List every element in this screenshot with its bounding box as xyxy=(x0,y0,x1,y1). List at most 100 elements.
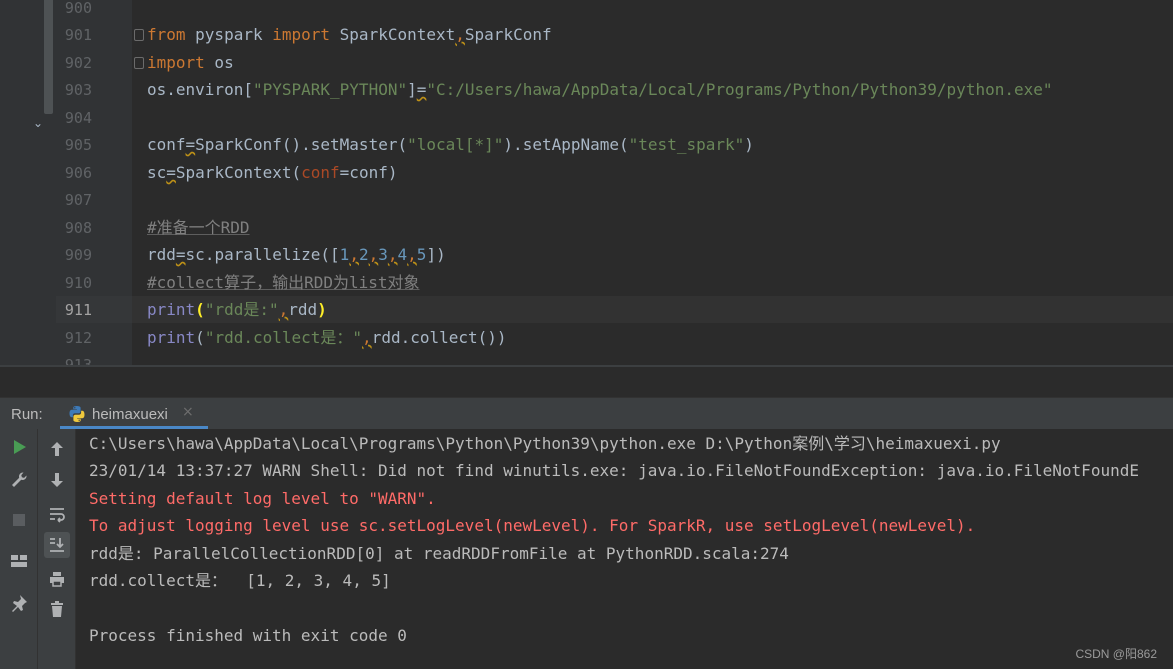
console-line-exit: Process finished with exit code 0 xyxy=(89,626,407,645)
code-line-908[interactable]: #准备一个RDD xyxy=(147,218,250,238)
python-icon xyxy=(69,406,85,422)
code-editor[interactable]: ⌄ 900 901 902 903 904 905 906 907 908 90… xyxy=(0,0,1173,367)
keyword: from xyxy=(147,25,186,44)
comma-warning: , xyxy=(368,245,379,264)
line-number: 912 xyxy=(64,329,92,347)
chevron-down-icon[interactable]: ⌄ xyxy=(33,116,49,132)
keyword: import xyxy=(147,53,205,72)
code-text: sc.parallelize([ xyxy=(185,245,340,264)
comma-warning: , xyxy=(349,245,359,264)
run-console-output[interactable]: C:\Users\hawa\AppData\Local\Programs\Pyt… xyxy=(76,429,1173,669)
module-name: os xyxy=(204,53,234,72)
comma-warning: , xyxy=(387,245,398,264)
code-text: conf xyxy=(147,135,186,154)
comma-warning: , xyxy=(407,245,417,264)
equals-warning: = xyxy=(185,135,196,154)
line-number: 909 xyxy=(64,246,92,264)
code-line-903[interactable]: os.environ["PYSPARK_PYTHON"]="C:/Users/h… xyxy=(147,80,1053,100)
pin-icon[interactable] xyxy=(6,590,32,616)
equals-warning: = xyxy=(416,80,427,99)
string-literal: "test_spark" xyxy=(628,135,745,154)
code-text: ) xyxy=(744,135,754,154)
run-panel-header: Run: heimaxuexi × xyxy=(0,397,1173,429)
watermark: CSDN @阳862 xyxy=(1075,647,1157,661)
code-line-911[interactable]: print("rdd是:",rdd) xyxy=(147,300,327,320)
code-line-901[interactable]: from pyspark import SparkContext,SparkCo… xyxy=(147,25,552,45)
line-number: 903 xyxy=(64,81,92,99)
stop-icon[interactable] xyxy=(6,507,32,533)
console-line: C:\Users\hawa\AppData\Local\Programs\Pyt… xyxy=(89,434,1001,453)
line-number: 908 xyxy=(64,219,92,237)
line-number: 904 xyxy=(64,109,92,127)
code-text: ( xyxy=(195,328,205,347)
console-line-warning: To adjust logging level use sc.setLogLev… xyxy=(89,516,976,535)
arrow-up-icon[interactable] xyxy=(44,436,70,462)
string-literal: "rdd是:" xyxy=(204,300,279,319)
equals-warning: = xyxy=(166,163,176,182)
code-line-910[interactable]: #collect算子，输出RDD为list对象 xyxy=(147,273,420,293)
number-literal: 5 xyxy=(416,245,427,264)
arrow-down-icon[interactable] xyxy=(44,467,70,493)
string-literal: "C:/Users/hawa/AppData/Local/Programs/Py… xyxy=(426,80,1053,99)
code-line-905[interactable]: conf=SparkConf().setMaster("local[*]").s… xyxy=(147,135,754,155)
code-line-906[interactable]: sc=SparkContext(conf=conf) xyxy=(147,163,397,183)
editor-scroll-thumb[interactable] xyxy=(44,0,53,114)
fold-marker-icon[interactable] xyxy=(134,57,144,69)
run-toolbar-primary xyxy=(0,429,38,669)
string-literal: "PYSPARK_PYTHON" xyxy=(252,80,408,99)
code-comment: #准备一个RDD xyxy=(147,218,250,237)
code-text: ).setAppName( xyxy=(503,135,629,154)
string-literal: "rdd.collect是：" xyxy=(204,328,363,347)
matched-paren: ) xyxy=(317,300,327,319)
line-number: 902 xyxy=(64,54,92,72)
matched-paren: ( xyxy=(195,300,205,319)
module-name: pyspark xyxy=(185,25,273,44)
wrench-icon[interactable] xyxy=(6,467,32,493)
import-name: SparkConf xyxy=(464,25,552,44)
keyword: import xyxy=(272,25,331,44)
scroll-to-end-icon[interactable] xyxy=(44,532,70,558)
console-line: 23/01/14 13:37:27 WARN Shell: Did not fi… xyxy=(89,461,1139,480)
line-number: 910 xyxy=(64,274,92,292)
print-icon[interactable] xyxy=(44,566,70,592)
line-number: 906 xyxy=(64,164,92,182)
console-line-warning: Setting default log level to "WARN". xyxy=(89,489,436,508)
comma-warning: , xyxy=(362,328,372,347)
import-name: SparkContext xyxy=(330,25,456,44)
line-number: 907 xyxy=(64,191,92,209)
line-number: 900 xyxy=(64,0,92,17)
code-text: rdd xyxy=(147,245,176,264)
code-line-909[interactable]: rdd=sc.parallelize([1,2,3,4,5]) xyxy=(147,245,446,265)
builtin-function: print xyxy=(147,300,196,319)
run-toolbar-secondary xyxy=(38,429,76,669)
code-text: SparkConf().setMaster( xyxy=(195,135,408,154)
code-comment: #collect算子，输出RDD为list对象 xyxy=(147,273,420,292)
string-literal: "local[*]" xyxy=(407,135,504,154)
soft-wrap-icon[interactable] xyxy=(44,501,70,527)
line-number: 901 xyxy=(64,26,92,44)
trash-icon[interactable] xyxy=(44,596,70,622)
comma-warning: , xyxy=(455,25,465,44)
number-literal: 1 xyxy=(339,245,350,264)
run-label: Run: xyxy=(11,406,43,423)
run-icon[interactable] xyxy=(6,434,32,460)
keyword-argument: conf xyxy=(301,163,340,182)
number-literal: 2 xyxy=(358,245,369,264)
code-line-912[interactable]: print("rdd.collect是：",rdd.collect()) xyxy=(147,328,507,348)
code-text: =conf) xyxy=(339,163,398,182)
console-line: rdd是: ParallelCollectionRDD[0] at readRD… xyxy=(89,544,789,563)
code-text: sc xyxy=(147,163,167,182)
layout-icon[interactable] xyxy=(6,548,32,574)
fold-marker-icon[interactable] xyxy=(134,29,144,41)
run-tab-label: heimaxuexi xyxy=(92,406,168,423)
equals-warning: = xyxy=(175,245,186,264)
code-text: rdd xyxy=(288,300,318,319)
code-text: ]) xyxy=(426,245,446,264)
code-line-902[interactable]: import os xyxy=(147,53,234,73)
code-text: SparkContext( xyxy=(175,163,302,182)
close-icon[interactable]: × xyxy=(182,404,194,420)
code-text: ] xyxy=(407,80,417,99)
number-literal: 3 xyxy=(378,245,388,264)
code-text: os.environ[ xyxy=(147,80,253,99)
line-number-current: 911 xyxy=(64,301,92,319)
